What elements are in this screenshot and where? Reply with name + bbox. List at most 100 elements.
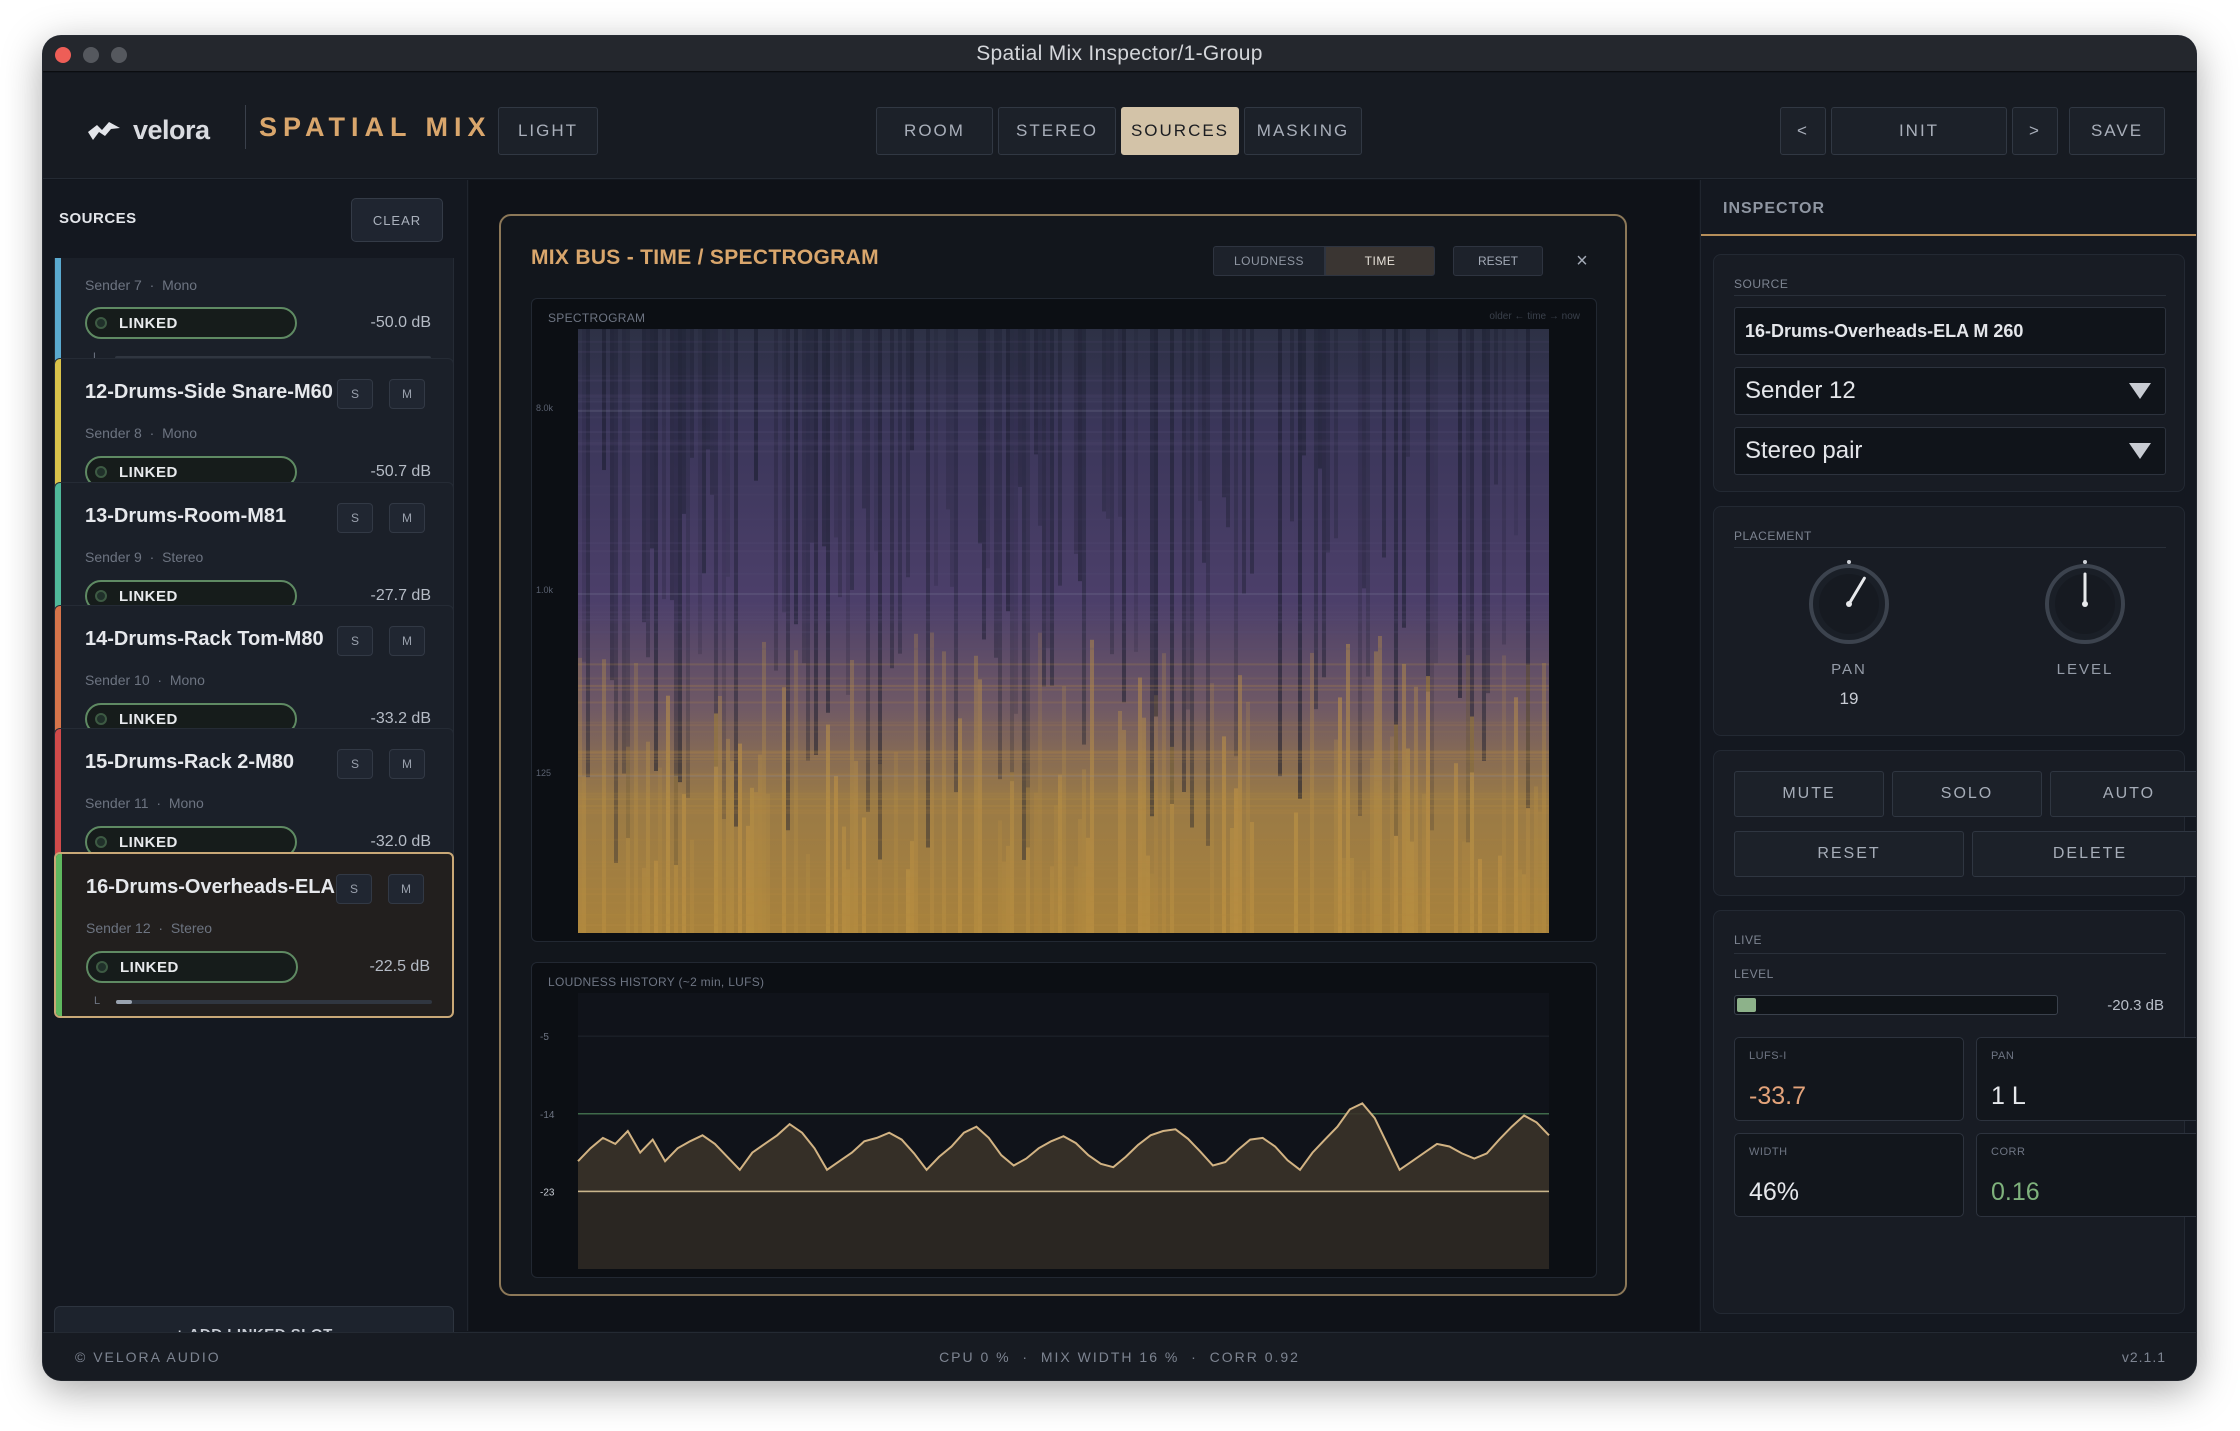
mix-bus-panel: MIX BUS - TIME / SPECTROGRAM LOUDNESS TI… [499, 214, 1627, 1296]
chart-y-tick-label: -14 [540, 1110, 555, 1121]
close-icon[interactable]: × [1567, 246, 1597, 276]
sender-select[interactable]: Sender 12 [1734, 367, 2166, 415]
solo-toggle-button[interactable]: S [337, 626, 373, 656]
status-bar: © VELORA AUDIO CPU 0 % · MIX WIDTH 16 % … [43, 1332, 2196, 1380]
theme-light-button[interactable]: LIGHT [498, 107, 598, 155]
linked-label: LINKED [119, 314, 178, 332]
view-mode-toggle: LOUDNESS TIME [1213, 246, 1435, 276]
source-sender: Sender 7 · Mono [85, 277, 198, 293]
linked-toggle[interactable]: LINKED [86, 951, 298, 983]
freq-tick-8k: 8.0k [536, 403, 554, 413]
mix-bus-reset-button[interactable]: RESET [1453, 246, 1543, 276]
mute-toggle-button[interactable]: M [389, 379, 425, 409]
app-header: velora SPATIAL MIX LIGHT ROOM STEREO SOU… [43, 73, 2196, 179]
level-channel-label: L [94, 995, 101, 1007]
tab-stereo[interactable]: STEREO [998, 107, 1116, 155]
preset-prev-button[interactable]: < [1780, 107, 1826, 155]
live-label: LIVE [1734, 933, 1763, 947]
preset-next-button[interactable]: > [2012, 107, 2058, 155]
source-level-db: -32.0 dB [370, 833, 431, 850]
mute-toggle-button[interactable]: M [389, 749, 425, 779]
corr-status: CORR 0.92 [1209, 1349, 1300, 1365]
bird-logo-icon [88, 121, 120, 140]
solo-toggle-button[interactable]: S [337, 503, 373, 533]
mute-button[interactable]: MUTE [1734, 771, 1884, 817]
loudness-history-chart: -5 -14 -23 [540, 993, 1550, 1269]
mode-loudness-button[interactable]: LOUDNESS [1213, 246, 1325, 276]
format-select[interactable]: Stereo pair [1734, 427, 2166, 475]
cpu-status: CPU 0 % [939, 1349, 1011, 1365]
level-knob[interactable] [2040, 559, 2130, 649]
solo-toggle-button[interactable]: S [337, 379, 373, 409]
source-sender-name: Sender 10 [85, 672, 150, 688]
dropdown-arrow-icon [2129, 443, 2151, 459]
source-card[interactable]: 16-Drums-Overheads-ELA ... S M Sender 12… [54, 852, 454, 1018]
brand-logo: velora [87, 115, 210, 146]
actions-box: MUTE SOLO AUTO RESET DELETE [1713, 750, 2196, 896]
chart-y-tick-label: -23 [540, 1187, 555, 1198]
save-button[interactable]: SAVE [2069, 107, 2165, 155]
freq-tick-125: 125 [536, 768, 552, 778]
stat-corr: CORR 0.16 [1976, 1133, 2196, 1217]
center-area: MIX BUS - TIME / SPECTROGRAM LOUDNESS TI… [469, 180, 1699, 1331]
mix-bus-title: MIX BUS - TIME / SPECTROGRAM [531, 246, 879, 269]
source-format: Stereo [162, 549, 204, 565]
live-level-label: LEVEL [1734, 967, 1774, 981]
auto-button[interactable]: AUTO [2050, 771, 2196, 817]
chart-floor-area [578, 1191, 1549, 1269]
source-sender: Sender 11 · Mono [85, 795, 204, 811]
mode-time-button[interactable]: TIME [1325, 246, 1435, 276]
source-box: SOURCE 16-Drums-Overheads-ELA M 260 Send… [1713, 254, 2185, 492]
brand-name: velora [133, 115, 210, 145]
mute-toggle-button[interactable]: M [389, 503, 425, 533]
source-sender: Sender 9 · Stereo [85, 549, 204, 565]
source-color-stripe [56, 854, 62, 1016]
zoom-window-button[interactable] [111, 47, 127, 63]
delete-button[interactable]: DELETE [1972, 831, 2196, 877]
window-title: Spatial Mix Inspector/1-Group [976, 41, 1263, 65]
live-rule [1734, 953, 2166, 954]
minimize-window-button[interactable] [83, 47, 99, 63]
linked-label: LINKED [119, 463, 178, 481]
tab-masking[interactable]: MASKING [1244, 107, 1362, 155]
spectrogram-time-hint: older ← time → now [1489, 311, 1580, 322]
source-name: 13-Drums-Room-M81 [85, 505, 287, 527]
stat-width-label: WIDTH [1749, 1146, 1788, 1158]
clear-button[interactable]: CLEAR [351, 198, 443, 242]
tab-sources[interactable]: SOURCES [1121, 107, 1239, 155]
preset-name-button[interactable]: INIT [1831, 107, 2007, 155]
spectrogram-image [578, 329, 1549, 933]
solo-toggle-button[interactable]: S [337, 749, 373, 779]
source-sender-name: Sender 11 [85, 795, 149, 811]
inspector-title: INSPECTOR [1723, 200, 1826, 217]
tab-room[interactable]: ROOM [876, 107, 993, 155]
solo-toggle-button[interactable]: S [336, 874, 372, 904]
freq-tick-1k: 1.0k [536, 585, 554, 595]
source-level-db: -50.7 dB [370, 463, 431, 480]
linked-toggle[interactable]: LINKED [85, 307, 297, 339]
source-sender-name: Sender 9 [85, 549, 142, 565]
reset-button[interactable]: RESET [1734, 831, 1964, 877]
mix-width-status: MIX WIDTH 16 % [1040, 1349, 1180, 1365]
placement-rule [1734, 547, 2166, 548]
source-name-field[interactable]: 16-Drums-Overheads-ELA M 260 [1734, 307, 2166, 355]
version-text: v2.1.1 [2121, 1349, 2166, 1365]
source-level-db: -33.2 dB [370, 710, 431, 727]
status-metrics: CPU 0 % · MIX WIDTH 16 % · CORR 0.92 [43, 1349, 2196, 1365]
app-name: SPATIAL MIX [259, 112, 492, 142]
close-window-button[interactable] [55, 47, 71, 63]
link-dot-icon [95, 317, 107, 329]
linked-label: LINKED [119, 710, 178, 728]
mute-toggle-button[interactable]: M [388, 874, 424, 904]
pan-knob[interactable] [1804, 559, 1894, 649]
source-format: Mono [162, 277, 198, 293]
window-controls [55, 47, 127, 63]
solo-button[interactable]: SOLO [1892, 771, 2042, 817]
source-name: 15-Drums-Rack 2-M80 [85, 751, 294, 773]
source-format: Mono [162, 425, 198, 441]
format-select-value: Stereo pair [1745, 437, 1863, 464]
mute-toggle-button[interactable]: M [389, 626, 425, 656]
sources-panel: SOURCES CLEAR S M Sender 7 · Mono LINKED… [43, 180, 468, 1362]
spectrogram-label: SPECTROGRAM [548, 311, 646, 325]
link-dot-icon [95, 466, 107, 478]
